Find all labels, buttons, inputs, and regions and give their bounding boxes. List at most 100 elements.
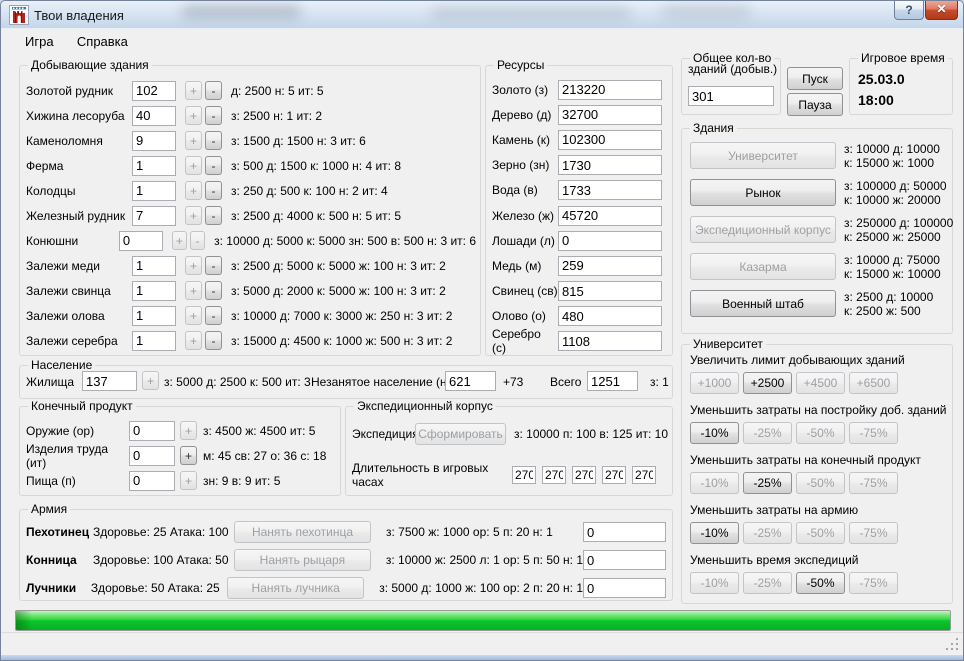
resource-amount-input[interactable]: [558, 306, 662, 327]
building-count-input[interactable]: [132, 155, 176, 176]
duration-input[interactable]: [512, 466, 536, 484]
decrement-button[interactable]: -: [205, 181, 222, 200]
building-count-input[interactable]: [132, 180, 176, 201]
unit-count-input[interactable]: [583, 550, 666, 570]
building-count-input[interactable]: [118, 230, 163, 251]
upgrade-button[interactable]: -10%: [690, 522, 739, 544]
upgrade-button[interactable]: -25%: [743, 572, 792, 594]
upgrade-button[interactable]: -50%: [796, 522, 845, 544]
upgrade-button[interactable]: -50%: [796, 572, 845, 594]
decrement-button[interactable]: -: [205, 331, 222, 350]
increment-button[interactable]: +: [185, 256, 202, 275]
increment-button[interactable]: +: [171, 231, 187, 250]
produce-button[interactable]: +: [180, 471, 197, 491]
decrement-button[interactable]: -: [189, 231, 206, 250]
resource-amount-input[interactable]: [558, 205, 662, 226]
upgrade-button[interactable]: -75%: [849, 472, 898, 494]
upgrade-button[interactable]: -25%: [743, 472, 792, 494]
unit-count-input[interactable]: [583, 578, 666, 598]
increment-button[interactable]: +: [185, 331, 202, 350]
resource-amount-input[interactable]: [558, 155, 662, 176]
building-count-input[interactable]: [132, 80, 176, 101]
menu-item-help[interactable]: Справка: [67, 29, 138, 54]
construct-building-button[interactable]: Университет: [690, 142, 836, 169]
decrement-button[interactable]: -: [205, 156, 222, 175]
product-count-input[interactable]: [129, 470, 175, 491]
pause-button[interactable]: Пауза: [787, 93, 843, 116]
duration-input[interactable]: [542, 466, 566, 484]
decrement-button[interactable]: -: [205, 106, 222, 125]
upgrade-button[interactable]: -25%: [743, 522, 792, 544]
decrement-button[interactable]: -: [205, 81, 222, 100]
resource-amount-input[interactable]: [558, 255, 662, 276]
building-count-input[interactable]: [132, 205, 176, 226]
upgrade-button[interactable]: +4500: [796, 372, 845, 394]
housing-count-input[interactable]: [82, 371, 137, 391]
upgrade-button[interactable]: -10%: [690, 422, 739, 444]
upgrade-button[interactable]: -75%: [849, 572, 898, 594]
upgrade-button[interactable]: -50%: [796, 472, 845, 494]
hire-unit-button[interactable]: Нанять рыцаря: [233, 549, 371, 571]
resize-grip[interactable]: [946, 638, 960, 652]
increment-button[interactable]: +: [185, 306, 202, 325]
product-count-input[interactable]: [129, 420, 175, 441]
resource-amount-input[interactable]: [558, 230, 662, 251]
decrement-button[interactable]: -: [205, 256, 222, 275]
upgrade-button[interactable]: -75%: [849, 522, 898, 544]
resource-amount-input[interactable]: [558, 129, 662, 150]
increment-button[interactable]: +: [185, 131, 202, 150]
unemployed-count-input[interactable]: [445, 371, 496, 391]
close-button[interactable]: ✕: [925, 1, 958, 20]
upgrade-button[interactable]: +2500: [743, 372, 792, 394]
help-button[interactable]: ?: [894, 1, 924, 20]
hire-unit-button[interactable]: Нанять лучника: [227, 577, 365, 599]
construct-building-button[interactable]: Рынок: [690, 179, 836, 206]
building-count-input[interactable]: [132, 105, 176, 126]
total-population-input[interactable]: [587, 371, 638, 391]
construct-building-button[interactable]: Казарма: [690, 253, 836, 280]
total-buildings-input[interactable]: [688, 86, 774, 106]
building-count-input[interactable]: [132, 130, 176, 151]
resource-amount-input[interactable]: [558, 180, 662, 201]
building-count-input[interactable]: [132, 280, 176, 301]
menu-item-game[interactable]: Игра: [15, 29, 64, 54]
form-expedition-button[interactable]: Сформировать: [415, 423, 506, 445]
increment-button[interactable]: +: [185, 181, 202, 200]
upgrade-button[interactable]: -10%: [690, 572, 739, 594]
resource-amount-input[interactable]: [558, 331, 662, 352]
upgrade-button[interactable]: -75%: [849, 422, 898, 444]
resource-amount-input[interactable]: [558, 281, 662, 302]
product-count-input[interactable]: [129, 445, 175, 466]
decrement-button[interactable]: -: [205, 306, 222, 325]
unit-count-input[interactable]: [583, 522, 666, 542]
increment-button[interactable]: +: [185, 81, 202, 100]
upgrade-button[interactable]: -50%: [796, 422, 845, 444]
upgrade-button[interactable]: -25%: [743, 422, 792, 444]
decrement-button[interactable]: -: [205, 206, 222, 225]
building-count-input[interactable]: [132, 330, 176, 351]
resource-amount-input[interactable]: [558, 79, 662, 100]
decrement-button[interactable]: -: [205, 131, 222, 150]
duration-input[interactable]: [632, 466, 656, 484]
increment-button[interactable]: +: [185, 156, 202, 175]
start-button[interactable]: Пуск: [787, 67, 843, 90]
housing-increment-button[interactable]: +: [142, 371, 159, 390]
produce-button[interactable]: +: [180, 446, 197, 466]
building-count-input[interactable]: [132, 305, 176, 326]
building-count-input[interactable]: [132, 255, 176, 276]
duration-input[interactable]: [572, 466, 596, 484]
upgrade-button[interactable]: +1000: [690, 372, 739, 394]
decrement-button[interactable]: -: [205, 281, 222, 300]
increment-button[interactable]: +: [185, 281, 202, 300]
construct-building-button[interactable]: Экспедиционный корпус: [690, 216, 836, 243]
produce-button[interactable]: +: [180, 421, 197, 441]
duration-input[interactable]: [602, 466, 626, 484]
increment-button[interactable]: +: [185, 206, 202, 225]
upgrade-button[interactable]: -10%: [690, 472, 739, 494]
construct-building-button[interactable]: Военный штаб: [690, 290, 836, 317]
increment-button[interactable]: +: [185, 106, 202, 125]
hire-unit-button[interactable]: Нанять пехотинца: [234, 521, 371, 543]
title-bar[interactable]: Твои владения ? ✕: [1, 1, 963, 29]
resource-amount-input[interactable]: [558, 104, 662, 125]
upgrade-button[interactable]: +6500: [849, 372, 898, 394]
